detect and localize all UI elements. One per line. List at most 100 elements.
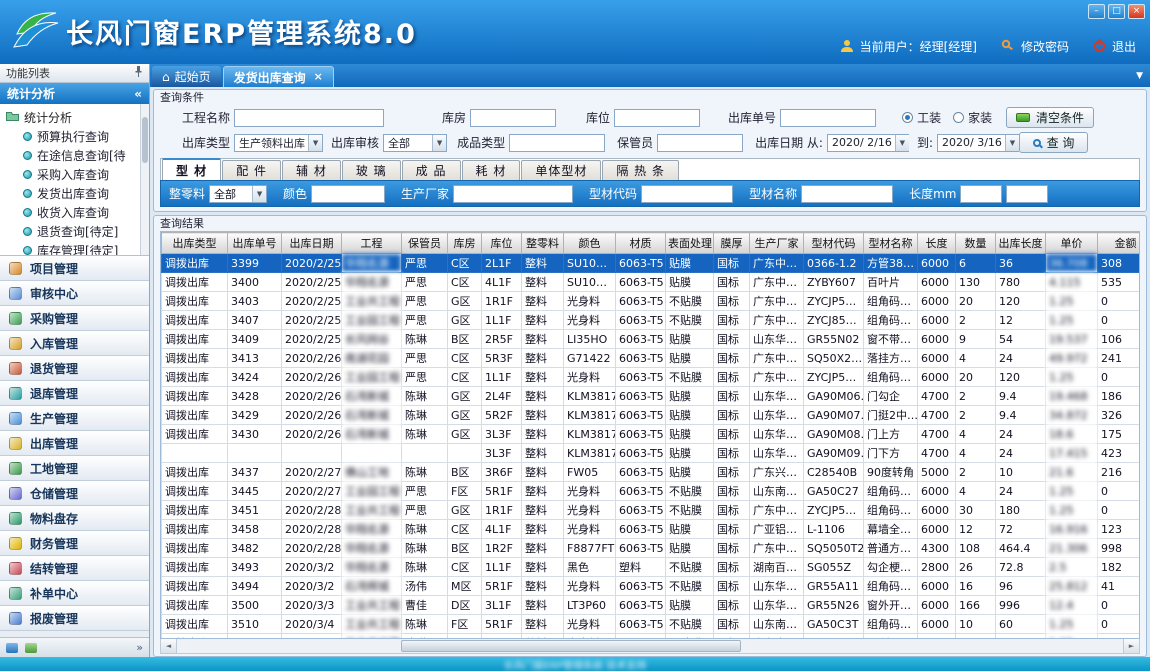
column-header[interactable]: 库房 (448, 233, 482, 254)
project-name-input[interactable] (234, 109, 384, 127)
tree-root[interactable]: 统计分析 (6, 107, 139, 127)
table-row[interactable]: 调拨出库34512020/2/28工业共工程严思G区1R1F整料光身料6063-… (162, 501, 1141, 520)
horizontal-scrollbar-thumb[interactable] (401, 640, 741, 652)
tree-item-in-transit-query[interactable]: 在途信息查询[待 (6, 146, 139, 165)
column-header[interactable]: 长度 (918, 233, 956, 254)
column-header[interactable]: 出库类型 (162, 233, 228, 254)
whole-part-select[interactable]: 全部 ▼ (209, 185, 267, 203)
tree-item-stock-query[interactable]: 库存管理[待定] (6, 241, 139, 256)
tab-home[interactable]: ⌂ 起始页 (152, 66, 221, 87)
sidebar-item-scrap[interactable]: 报废管理 (0, 606, 149, 631)
location-input[interactable] (614, 109, 700, 127)
clear-conditions-button[interactable]: 清空条件 (1006, 107, 1094, 128)
column-header[interactable]: 保管员 (402, 233, 448, 254)
sidebar-section-header[interactable]: 统计分析 « (0, 83, 149, 104)
sidebar-item-carryover[interactable]: 结转管理 (0, 556, 149, 581)
manufacturer-input[interactable] (453, 185, 573, 203)
column-header[interactable]: 出库单号 (228, 233, 282, 254)
material-tab[interactable]: 玻 璃 (342, 160, 401, 180)
sidebar-item-site[interactable]: 工地管理 (0, 456, 149, 481)
sidebar-item-outbound[interactable]: 出库管理 (0, 431, 149, 456)
material-tab[interactable]: 耗 材 (462, 160, 521, 180)
modules-icon[interactable] (6, 643, 18, 653)
horizontal-scrollbar[interactable]: ◄ ► (160, 639, 1140, 654)
sidebar-item-returns[interactable]: 退货管理 (0, 356, 149, 381)
profile-name-input[interactable] (801, 185, 893, 203)
out-type-select[interactable]: 生产领料出库 ▼ (234, 134, 323, 152)
tab-list-dropdown-icon[interactable]: ▼ (1136, 71, 1143, 81)
sidebar-item-audit-center[interactable]: 审核中心 (0, 281, 149, 306)
material-tab[interactable]: 成 品 (402, 160, 461, 180)
column-header[interactable]: 材质 (616, 233, 666, 254)
table-row[interactable]: 调拨出库35102020/3/4工业共工程陈琳F区5R1F整料光身料6063-T… (162, 615, 1141, 634)
sidebar-item-projects[interactable]: 项目管理 (0, 256, 149, 281)
minimize-button[interactable]: – (1088, 4, 1105, 19)
sidebar-item-production[interactable]: 生产管理 (0, 406, 149, 431)
sidebar-item-purchase[interactable]: 采购管理 (0, 306, 149, 331)
maximize-button[interactable]: □ (1108, 4, 1125, 19)
keeper-input[interactable] (657, 134, 743, 152)
column-header[interactable]: 生产厂家 (750, 233, 804, 254)
table-row[interactable]: 调拨出库34932020/3/2华翔名源陈琳C区1L1F整料黑色塑料不贴膜国标湖… (162, 558, 1141, 577)
tree-item-shipment-outbound-query[interactable]: 发货出库查询 (6, 184, 139, 203)
radio-workwear[interactable]: 工装 (902, 109, 941, 126)
logout-link[interactable]: 退出 (1112, 38, 1136, 55)
column-header[interactable]: 型材代码 (804, 233, 864, 254)
material-tab[interactable]: 隔 热 条 (602, 160, 679, 180)
sidebar-item-finance[interactable]: 财务管理 (0, 531, 149, 556)
sidebar-item-warehouse[interactable]: 仓储管理 (0, 481, 149, 506)
more-menus-icon[interactable]: » (136, 641, 143, 654)
column-header[interactable]: 整零料 (522, 233, 564, 254)
pin-icon[interactable] (134, 66, 143, 80)
folders-icon[interactable] (25, 643, 37, 653)
column-header[interactable]: 膜厚 (714, 233, 750, 254)
material-tab[interactable]: 配 件 (222, 160, 281, 180)
tree-scrollbar-thumb[interactable] (142, 117, 148, 163)
table-row[interactable]: 调拨出库34002020/2/25华翔名源严思C区4L1F整料SU10…6063… (162, 273, 1141, 292)
table-row[interactable]: 调拨出库34372020/2/27佛山工地陈琳B区3R6F整料FW056063-… (162, 463, 1141, 482)
column-header[interactable]: 出库长度 (996, 233, 1046, 254)
table-row[interactable]: 调拨出库34942020/3/2石湾辉城汤伟M区5R1F整料光身料6063-T5… (162, 577, 1141, 596)
column-header[interactable]: 工程 (342, 233, 402, 254)
table-row[interactable]: 调拨出库34132020/2/26南湖花园严思C区5R3F整料G71422606… (162, 349, 1141, 368)
column-header[interactable]: 库位 (482, 233, 522, 254)
table-row[interactable]: 调拨出库34072020/2/25工业园工程严思G区1L1F整料光身料6063-… (162, 311, 1141, 330)
table-row[interactable]: 调拨出库34292020/2/26石湾新城陈琳G区5R2F整料KLM381760… (162, 406, 1141, 425)
material-tab[interactable]: 单体型材 (521, 160, 601, 180)
profile-code-input[interactable] (641, 185, 733, 203)
search-button[interactable]: 查 询 (1019, 132, 1088, 153)
change-password-link[interactable]: 修改密码 (1021, 38, 1069, 55)
color-input[interactable] (311, 185, 385, 203)
column-header[interactable]: 型材名称 (864, 233, 918, 254)
column-header[interactable]: 出库日期 (282, 233, 342, 254)
scroll-right-icon[interactable]: ► (1123, 639, 1139, 653)
length-max-input[interactable] (1006, 185, 1048, 203)
tree-item-return-query[interactable]: 退货查询[待定] (6, 222, 139, 241)
audit-select[interactable]: 全部 ▼ (383, 134, 447, 152)
table-row[interactable]: 调拨出库34242020/2/26工业园工程严思C区1L1F整料光身料6063-… (162, 368, 1141, 387)
scroll-left-icon[interactable]: ◄ (161, 639, 177, 653)
column-header[interactable]: 金额 (1098, 233, 1141, 254)
table-row[interactable]: 3L3F整料KLM38176063-T5贴膜国标山东华…GA90M09…门下方4… (162, 444, 1141, 463)
order-no-input[interactable] (780, 109, 876, 127)
warehouse-input[interactable] (470, 109, 556, 127)
tab-close-icon[interactable]: × (314, 72, 323, 82)
tree-item-budget-exec-query[interactable]: 预算执行查询 (6, 127, 139, 146)
table-row[interactable]: 调拨出库33992020/2/25华翔名源严思C区2L1F整料SU10…6063… (162, 254, 1141, 273)
product-type-input[interactable] (509, 134, 605, 152)
close-button[interactable]: × (1128, 4, 1145, 19)
table-row[interactable]: 调拨出库34452020/2/27工业园工程严思F区5R1F整料光身料6063-… (162, 482, 1141, 501)
sidebar-item-inbound[interactable]: 入库管理 (0, 331, 149, 356)
material-tab[interactable]: 辅 材 (282, 160, 341, 180)
table-row[interactable]: 调拨出库34582020/2/28华翔名源陈琳C区4L1F整料光身料6063-T… (162, 520, 1141, 539)
date-from-picker[interactable]: 2020/ 2/16 ▼ (827, 134, 909, 152)
sidebar-item-inventory[interactable]: 物料盘存 (0, 506, 149, 531)
tree-item-receipt-inbound-query[interactable]: 收货入库查询 (6, 203, 139, 222)
table-row[interactable]: 调拨出库34822020/2/28华翔名源陈琳B区1R2F整料F8877FT60… (162, 539, 1141, 558)
table-row[interactable]: 调拨出库35002020/3/3工业共工程曹佳D区3L1F整料LT3P60606… (162, 596, 1141, 615)
table-row[interactable]: 调拨出库34302020/2/26石湾新城陈琳G区3L3F整料KLM381760… (162, 425, 1141, 444)
collapse-icon[interactable]: « (134, 87, 142, 101)
sidebar-item-supplement-center[interactable]: 补单中心 (0, 581, 149, 606)
table-row[interactable]: 调拨出库34092020/2/25长风网谷陈琳B区2R5F整料LI35HO606… (162, 330, 1141, 349)
radio-homewear[interactable]: 家装 (953, 109, 992, 126)
